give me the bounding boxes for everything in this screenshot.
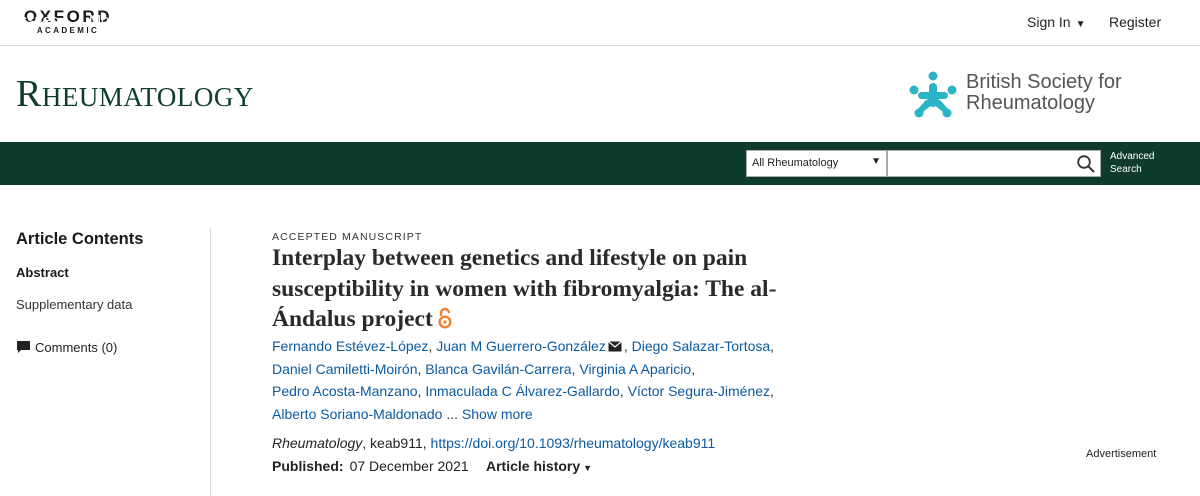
- sidebar-item-supplementary-data[interactable]: Supplementary data: [16, 297, 132, 312]
- article-type-label: ACCEPTED MANUSCRIPT: [272, 231, 423, 243]
- article-history-label: Article history: [486, 458, 581, 474]
- nav-purchase-label: Purchase: [318, 13, 380, 29]
- search-scope-value: All Rheumatology: [752, 157, 839, 169]
- published-date: 07 December 2021: [349, 458, 469, 474]
- advanced-search-line-2: Search: [1110, 164, 1142, 175]
- author-link[interactable]: Juan M Guerrero-González: [436, 338, 606, 354]
- sidebar-divider: [210, 228, 211, 496]
- search-icon: [1077, 155, 1095, 173]
- email-icon[interactable]: [607, 341, 622, 352]
- chevron-down-icon: ▼: [525, 16, 535, 26]
- search-scope-select[interactable]: All Rheumatology ▼: [746, 150, 887, 177]
- author-link[interactable]: Diego Salazar-Tortosa: [632, 338, 771, 354]
- author-link[interactable]: Víctor Segura-Jiménez: [628, 383, 770, 399]
- search-button[interactable]: [1076, 154, 1096, 174]
- nav-more-content-label: More Content: [89, 13, 177, 29]
- author-link[interactable]: Blanca Gavilán-Carrera: [425, 361, 571, 377]
- chevron-down-icon: ▼: [583, 463, 593, 473]
- open-access-icon: [438, 307, 452, 329]
- author-link[interactable]: Pedro Acosta-Manzano: [272, 383, 418, 399]
- comments-link[interactable]: Comments (0): [16, 340, 117, 355]
- citation-journal: Rheumatology: [272, 435, 363, 451]
- dropdown-arrow-icon: ▼: [871, 156, 881, 167]
- author-link[interactable]: Alberto Soriano-Maldonado: [272, 406, 442, 422]
- author-ellipsis: ...: [446, 405, 459, 422]
- sign-in-button[interactable]: Sign In ▼: [1027, 14, 1086, 30]
- nav-about-label: About: [482, 13, 520, 29]
- article-title: Interplay between genetics and lifestyle…: [272, 243, 832, 335]
- journal-title[interactable]: Rheumatology: [16, 74, 254, 114]
- article-title-text: Interplay between genetics and lifestyle…: [272, 245, 777, 332]
- show-more-authors-link[interactable]: Show more: [462, 406, 533, 422]
- nav-submit-label: Submit: [223, 13, 269, 29]
- published-row: Published: 07 December 2021: [272, 458, 469, 474]
- sign-in-label: Sign In: [1027, 14, 1071, 30]
- society-name-line-1: British Society for: [966, 71, 1122, 93]
- nav-alerts[interactable]: Alerts: [411, 13, 448, 29]
- author-link[interactable]: Virginia A Aparicio: [579, 361, 691, 377]
- advertisement-label: Advertisement: [1086, 448, 1157, 460]
- author-list: Fernando Estévez-López, Juan M Guerrero-…: [272, 338, 775, 422]
- sidebar-item-abstract[interactable]: Abstract: [16, 265, 69, 280]
- nav-about[interactable]: About ▼: [482, 13, 535, 29]
- nav-purchase[interactable]: Purchase: [318, 13, 379, 29]
- society-figures-icon: [909, 71, 957, 118]
- nav-issues[interactable]: Issues: [16, 13, 58, 29]
- doi-link[interactable]: https://doi.org/10.1093/rheumatology/kea…: [431, 435, 716, 451]
- search-input[interactable]: [887, 150, 1101, 177]
- nav-alerts-label: Alerts: [411, 13, 449, 29]
- advanced-search-line-1: Advanced: [1110, 151, 1155, 162]
- nav-submit[interactable]: Submit ▼: [223, 13, 283, 29]
- nav-issues-label: Issues: [16, 13, 58, 29]
- chevron-down-icon: ▼: [274, 16, 284, 26]
- comments-label: Comments (0): [35, 340, 118, 355]
- article-contents-heading: Article Contents: [16, 230, 144, 248]
- society-name: British Society for Rheumatology: [966, 72, 1122, 114]
- author-link[interactable]: Inmaculada C Álvarez-Gallardo: [425, 383, 620, 399]
- society-logo[interactable]: British Society for Rheumatology: [908, 68, 1168, 124]
- society-name-line-2: Rheumatology: [966, 92, 1095, 114]
- nav-more-content[interactable]: More Content ▼: [89, 13, 192, 29]
- author-link[interactable]: Fernando Estévez-López: [272, 338, 428, 354]
- comment-icon: [17, 341, 30, 353]
- advanced-search-link[interactable]: Advanced Search: [1110, 150, 1170, 176]
- citation-article-id: , keab911,: [362, 435, 431, 451]
- citation-line: Rheumatology, keab911, https://doi.org/1…: [272, 435, 715, 451]
- register-link[interactable]: Register: [1109, 14, 1161, 30]
- chevron-down-icon: ▼: [182, 16, 192, 26]
- article-history-toggle[interactable]: Article history ▼: [486, 458, 592, 474]
- published-label: Published:: [272, 458, 344, 474]
- chevron-down-icon: ▼: [1075, 19, 1086, 30]
- author-link[interactable]: Daniel Camiletti-Moirón: [272, 361, 418, 377]
